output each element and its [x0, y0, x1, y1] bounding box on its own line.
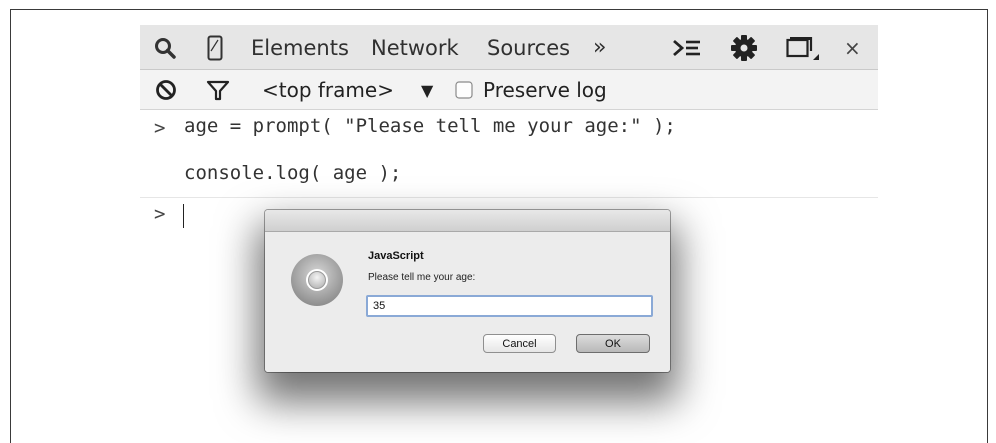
console-drawer-icon[interactable]: [672, 25, 702, 70]
console-prompt-symbol: >: [154, 117, 166, 139]
close-devtools-button[interactable]: ×: [844, 25, 861, 70]
dialog-title: JavaScript: [368, 250, 424, 262]
cancel-button[interactable]: Cancel: [483, 334, 556, 353]
gear-icon[interactable]: [730, 25, 758, 70]
device-mode-icon[interactable]: [204, 25, 226, 70]
tab-network[interactable]: Network: [371, 25, 459, 70]
dock-side-icon[interactable]: [786, 25, 820, 70]
filter-icon[interactable]: [206, 70, 230, 110]
ok-button[interactable]: OK: [576, 334, 650, 353]
more-tabs-button[interactable]: »: [593, 25, 606, 70]
console-input-prompt-symbol: >: [154, 203, 166, 225]
search-icon[interactable]: [152, 25, 178, 70]
clear-console-icon[interactable]: [155, 70, 177, 110]
devtools-tabbar: Elements Network Sources » ×: [140, 25, 878, 70]
preserve-log-checkbox[interactable]: [455, 70, 473, 110]
dialog-text-input[interactable]: [366, 295, 653, 317]
tab-elements[interactable]: Elements: [251, 25, 349, 70]
console-separator: [140, 197, 878, 198]
console-caret: [183, 204, 184, 228]
dialog-titlebar: [265, 210, 670, 232]
dialog-message: Please tell me your age:: [368, 272, 476, 283]
console-entry-line-2: console.log( age );: [184, 162, 402, 184]
console-toolbar: <top frame> ▼ Preserve log: [140, 70, 878, 110]
tab-sources[interactable]: Sources: [487, 25, 570, 70]
console-entry-line-1: age = prompt( "Please tell me your age:"…: [184, 115, 676, 137]
frame-selector[interactable]: <top frame>: [262, 70, 394, 110]
javascript-prompt-dialog: JavaScript Please tell me your age: Canc…: [265, 210, 670, 372]
chrome-app-icon: [289, 252, 345, 313]
frame-dropdown-arrow[interactable]: ▼: [421, 70, 433, 110]
preserve-log-label[interactable]: Preserve log: [483, 70, 607, 110]
